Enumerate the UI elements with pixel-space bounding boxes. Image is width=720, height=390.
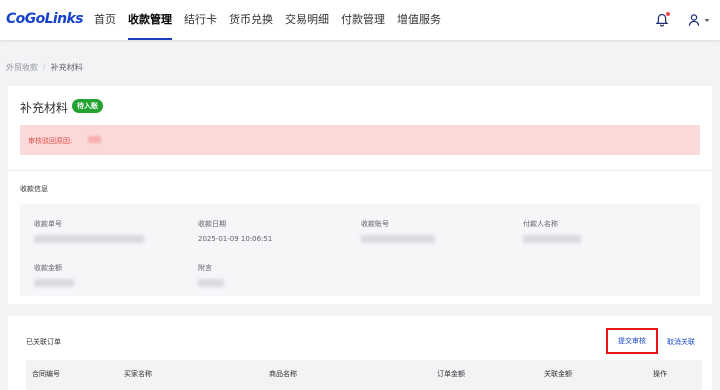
nav-item-payment-management[interactable]: 付款管理 — [341, 0, 385, 40]
nav-item-currency-exchange[interactable]: 货币兑换 — [229, 0, 273, 40]
field-label: 收款金额 — [34, 264, 62, 272]
status-badge: 待入账 — [72, 99, 103, 113]
field-label: 收款日期 — [198, 220, 226, 228]
field-label: 收款单号 — [34, 220, 62, 228]
column-product-name: 商品名称 — [269, 370, 297, 378]
field-receipt-number: 收款单号 — [34, 219, 144, 243]
top-navigation-bar: CoGoLinks 首页 收款管理 结行卡 货币兑换 交易明细 付款管理 增值服… — [0, 0, 720, 40]
section-divider — [8, 170, 712, 171]
field-payer-name: 付款人名称 — [523, 219, 581, 243]
breadcrumb-parent[interactable]: 外贸收款 — [6, 62, 38, 73]
rejection-alert: 审核驳回原因: — [20, 125, 700, 155]
submit-review-button[interactable]: 提交审核 — [606, 328, 658, 354]
nav-item-value-added-services[interactable]: 增值服务 — [397, 0, 441, 40]
notification-dot — [666, 12, 670, 16]
linked-orders-heading: 已关联订单 — [26, 338, 61, 346]
field-label: 付款人名称 — [523, 220, 558, 228]
column-order-amount: 订单金额 — [437, 370, 465, 378]
rejection-reason-redacted — [88, 136, 101, 143]
field-receipt-account: 收款账号 — [361, 219, 435, 243]
column-buyer-name: 买家名称 — [124, 370, 152, 378]
redacted-value — [361, 235, 435, 243]
supplement-materials-card: 补充材料 待入账 审核驳回原因: 收款信息 收款单号 收款日期 2025-01-… — [8, 86, 712, 304]
column-linked-amount: 关联金额 — [544, 370, 572, 378]
field-value: 2025-01-09 10:06:51 — [198, 235, 273, 243]
cancel-link-button[interactable]: 取消关联 — [667, 337, 695, 347]
column-contract-number: 合同编号 — [32, 370, 60, 378]
redacted-value — [523, 235, 581, 243]
orders-table-header: 合同编号 买家名称 商品名称 订单金额 关联金额 操作 — [26, 360, 702, 390]
breadcrumb-separator: / — [43, 62, 46, 71]
page-title: 补充材料 — [20, 101, 69, 115]
field-remarks: 附言 — [198, 263, 224, 287]
redacted-value — [198, 279, 224, 287]
field-receipt-date: 收款日期 2025-01-09 10:06:51 — [198, 219, 272, 243]
column-actions: 操作 — [653, 370, 667, 378]
receipt-info-panel: 收款单号 收款日期 2025-01-09 10:06:51 收款账号 付款人名称… — [20, 204, 700, 296]
nav-item-home[interactable]: 首页 — [94, 0, 116, 40]
redacted-value — [34, 279, 74, 287]
main-nav: 首页 收款管理 结行卡 货币兑换 交易明细 付款管理 增值服务 — [94, 0, 453, 40]
field-receipt-amount: 收款金额 — [34, 263, 74, 287]
field-label: 附言 — [198, 264, 212, 272]
receipt-info-heading: 收款信息 — [20, 185, 48, 193]
rejection-reason-label: 审核驳回原因: — [28, 137, 73, 145]
breadcrumb: 外贸收款 / 补充材料 — [6, 62, 83, 73]
field-label: 收款账号 — [361, 220, 389, 228]
chevron-down-icon[interactable] — [704, 18, 710, 23]
nav-item-settlement-card[interactable]: 结行卡 — [184, 0, 217, 40]
nav-item-collection-management[interactable]: 收款管理 — [128, 0, 172, 40]
user-icon[interactable] — [688, 13, 700, 27]
redacted-value — [34, 235, 144, 243]
brand-logo[interactable]: CoGoLinks — [6, 11, 84, 27]
breadcrumb-current: 补充材料 — [50, 63, 83, 72]
nav-item-transaction-details[interactable]: 交易明细 — [285, 0, 329, 40]
